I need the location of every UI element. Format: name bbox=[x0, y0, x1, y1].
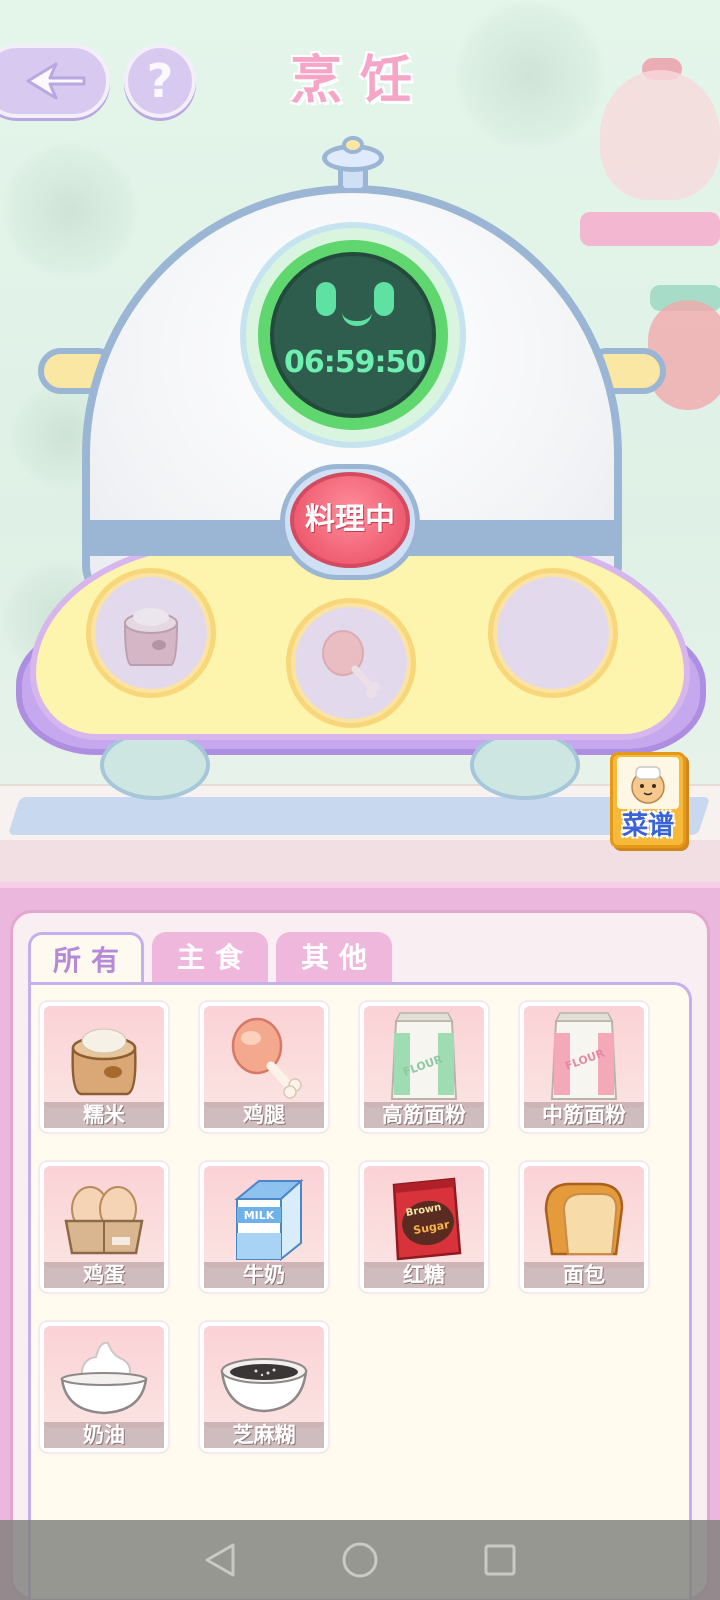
cooking-timer: 06:59:50 bbox=[284, 345, 426, 380]
rice-sack-icon bbox=[123, 608, 179, 666]
background-shelf bbox=[580, 212, 720, 246]
help-icon: ? bbox=[146, 54, 174, 108]
item-label: 面包 bbox=[524, 1262, 644, 1288]
nav-home-icon bbox=[342, 1542, 378, 1578]
item-label: 鸡蛋 bbox=[44, 1262, 164, 1288]
egg-carton-icon bbox=[64, 1186, 144, 1255]
inventory-item-bread-flour[interactable]: FLOUR 高筋面粉 bbox=[358, 1000, 490, 1134]
item-label: 鸡腿 bbox=[204, 1102, 324, 1128]
chicken-leg-icon bbox=[322, 630, 380, 698]
background-rose bbox=[450, 0, 610, 150]
inventory-item-chicken-leg[interactable]: 鸡腿 bbox=[198, 1000, 330, 1134]
item-label: 红糖 bbox=[364, 1262, 484, 1288]
svg-text:MILK: MILK bbox=[244, 1209, 275, 1222]
nav-home-button[interactable] bbox=[330, 1530, 390, 1590]
item-label: 芝麻糊 bbox=[204, 1422, 324, 1448]
counter-mat bbox=[7, 797, 711, 835]
item-label: 糯米 bbox=[44, 1102, 164, 1128]
cream-bowl-icon bbox=[60, 1341, 148, 1415]
back-arrow-icon bbox=[26, 62, 86, 100]
item-label: 奶油 bbox=[44, 1422, 164, 1448]
milk-carton-icon: MILK bbox=[234, 1178, 304, 1262]
background-rose bbox=[0, 140, 140, 280]
inventory-item-glutinous-rice[interactable]: 糯米 bbox=[38, 1000, 170, 1134]
inventory-item-cream[interactable]: 奶油 bbox=[38, 1320, 170, 1454]
tab-other[interactable]: 其他 bbox=[276, 932, 392, 984]
tab-staple-food[interactable]: 主食 bbox=[152, 932, 268, 984]
cooking-status-button[interactable]: 料理中 bbox=[290, 472, 410, 568]
flour-pink-bag-icon: FLOUR bbox=[550, 1012, 618, 1100]
nav-back-icon bbox=[205, 1543, 235, 1577]
screen-right-eye bbox=[374, 282, 394, 316]
recipe-book-button[interactable]: 菜谱 bbox=[610, 752, 686, 848]
tab-all[interactable]: 所有 bbox=[28, 932, 144, 984]
recipe-book-label: 菜谱 bbox=[621, 811, 674, 841]
inventory-item-sesame-paste[interactable]: 芝麻糊 bbox=[198, 1320, 330, 1454]
sesame-paste-bowl-icon bbox=[220, 1358, 308, 1413]
nav-recents-button[interactable] bbox=[470, 1530, 530, 1590]
ingredient-slot-3[interactable] bbox=[488, 568, 618, 698]
inventory-item-bread[interactable]: 面包 bbox=[518, 1160, 650, 1294]
machine-foot bbox=[470, 730, 580, 800]
system-nav-bar bbox=[0, 1520, 720, 1600]
background-teapot bbox=[600, 70, 720, 200]
bread-loaf-icon bbox=[544, 1182, 624, 1256]
back-button[interactable] bbox=[0, 44, 110, 118]
empty-slot bbox=[497, 577, 609, 689]
chicken-leg-icon bbox=[231, 1017, 302, 1099]
help-button[interactable]: ? bbox=[124, 44, 196, 118]
ingredient-slot-1[interactable] bbox=[86, 568, 216, 698]
inventory-item-brown-sugar[interactable]: Brown Sugar 红糖 bbox=[358, 1160, 490, 1294]
rice-sack-icon bbox=[71, 1028, 137, 1096]
inventory-item-milk[interactable]: MILK 牛奶 bbox=[198, 1160, 330, 1294]
brown-sugar-bag-icon: Brown Sugar bbox=[392, 1177, 462, 1261]
machine-foot bbox=[100, 730, 210, 800]
flour-green-bag-icon: FLOUR bbox=[390, 1012, 458, 1100]
nav-recents-icon bbox=[484, 1544, 516, 1576]
nav-back-button[interactable] bbox=[190, 1530, 250, 1590]
recipe-book-cover-icon bbox=[617, 757, 679, 809]
machine-knob-tip bbox=[342, 136, 364, 154]
screen-left-eye bbox=[316, 282, 336, 316]
page-title: 烹饪 bbox=[289, 50, 430, 111]
ingredient-slot-2[interactable] bbox=[286, 598, 416, 728]
timer-screen bbox=[270, 252, 436, 418]
item-label: 高筋面粉 bbox=[364, 1102, 484, 1128]
inventory-item-eggs[interactable]: 鸡蛋 bbox=[38, 1160, 170, 1294]
inventory-item-all-purpose-flour[interactable]: FLOUR 中筋面粉 bbox=[518, 1000, 650, 1134]
item-label: 牛奶 bbox=[204, 1262, 324, 1288]
item-label: 中筋面粉 bbox=[524, 1102, 644, 1128]
counter-edge bbox=[0, 840, 720, 882]
